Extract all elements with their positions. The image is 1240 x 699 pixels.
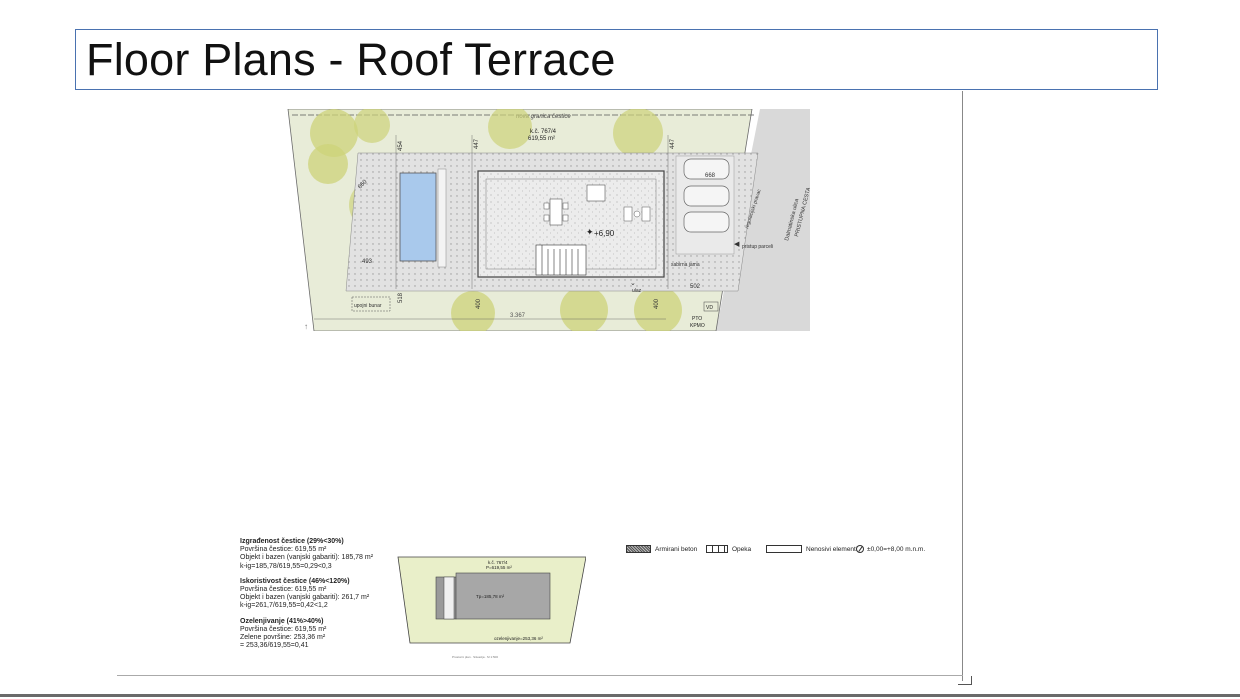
dim-502: 502 — [690, 284, 701, 290]
coverage-line: Površina čestice: 619,55 m² — [240, 546, 327, 554]
legend-item-nenosivi: Nenosivi elementi — [766, 545, 857, 553]
dim-3367: 3.367 — [510, 313, 526, 319]
mini-deck — [443, 576, 455, 620]
greenery-heading: Ozelenjivanje (41%>40%) — [240, 617, 324, 625]
pool-deck — [437, 168, 447, 268]
dim-447: 447 — [474, 138, 480, 149]
pto-label: PTO — [692, 316, 702, 322]
legend-label: Armirani beton — [655, 545, 698, 553]
building-statistics: Izgrađenost čestice (29%<30%) Površina č… — [240, 538, 390, 657]
page-bottom-bar — [0, 694, 1240, 697]
north-arrow-icon: ↑ — [304, 322, 308, 331]
access-label: pristup parceli — [742, 244, 773, 250]
dim-447: 447 — [670, 138, 676, 149]
sheet-bottom-edge — [117, 675, 963, 676]
staircase — [535, 244, 587, 276]
coverage-heading: Izgrađenost čestice (29%<30%) — [240, 538, 344, 545]
level-marker: ✦ — [586, 227, 594, 237]
car — [683, 158, 730, 233]
dim-454: 454 — [398, 140, 404, 151]
tree — [613, 108, 663, 158]
utilization-line: k-ig=261,7/619,55=0,42<1,2 — [240, 602, 328, 610]
slide-title: Floor Plans - Roof Terrace — [86, 34, 616, 85]
utilization-block: Iskoristivost čestice (46%<120%) Površin… — [240, 578, 390, 611]
utilization-line: Objekt i bazen (vanjski gabariti): 261,7… — [240, 594, 370, 602]
mini-parcel-area: P=619,55 m² — [486, 565, 512, 570]
roof-table — [549, 198, 563, 226]
greenery-line: = 253,36/619,55=0,41 — [240, 642, 309, 650]
dim-400: 400 — [654, 298, 660, 309]
entrance-arrow-icon: ⌄ — [630, 280, 636, 287]
utilization-line: Površina čestice: 619,55 m² — [240, 586, 327, 594]
level-label: +6,90 — [594, 229, 615, 238]
tree — [308, 144, 348, 184]
sheet-right-edge — [962, 91, 963, 681]
title-box: Floor Plans - Roof Terrace — [75, 29, 1158, 90]
legend-label: Opeka — [732, 545, 752, 553]
greenery-block: Ozelenjivanje (41%>40%) Površina čestice… — [240, 618, 390, 651]
legend-item-opeka: Opeka — [706, 545, 751, 553]
roof-skylight — [586, 184, 606, 202]
coverage-diagram: k.č. 767/4 P=619,55 m² Tp=185,78 m² ozel… — [396, 555, 587, 645]
kpmo-label: KPMO — [690, 323, 705, 329]
dim-668: 668 — [705, 173, 716, 179]
coverage-line: Objekt i bazen (vanjski gabariti): 185,7… — [240, 554, 374, 562]
mini-note: Prostorni plan · Situacija · M 1:500 — [452, 655, 499, 659]
nonbearing-swatch-icon — [766, 545, 802, 553]
legend-label: Nenosivi elementi — [806, 545, 858, 553]
access-arrow-icon: ◀ — [734, 241, 740, 248]
concrete-swatch-icon — [626, 545, 651, 553]
legend-item-beton: Armirani beton — [626, 545, 697, 553]
mini-footprint: Tp=185,78 m² — [476, 594, 505, 599]
pool — [399, 172, 437, 262]
legend-item-level: ±0,00=+8,00 m.n.m. — [856, 545, 925, 553]
coverage-block: Izgrađenost čestice (29%<30%) Površina č… — [240, 538, 390, 571]
upojni-bunar-label: upojni bunar — [354, 303, 382, 309]
dim-518: 518 — [398, 292, 404, 303]
dim-493: 493 — [362, 259, 373, 265]
vd-label: VD — [706, 305, 713, 311]
brick-swatch-icon — [706, 545, 728, 553]
parcel-label: k.č. 767/4 — [530, 129, 557, 135]
level-reference-icon — [856, 545, 864, 553]
ulaz-label: ulaz — [632, 288, 642, 294]
utilization-heading: Iskoristivost čestice (46%<120%) — [240, 577, 350, 585]
parcel-area: 619,55 m² — [528, 136, 555, 142]
roof-terrace-plan: nova granica čestice 668 ✦ +6,90 454 447… — [286, 105, 812, 335]
greenery-line: Zelene površine: 253,36 m² — [240, 634, 326, 642]
mini-green: ozelenjivanje=253,36 m² — [494, 636, 543, 641]
crop-mark — [971, 676, 972, 685]
coverage-line: k-ig=185,78/619,55=0,29<0,3 — [240, 562, 332, 570]
sabirna-jama-label: sabirna jama — [671, 262, 700, 268]
crop-mark — [958, 684, 972, 685]
legend-label: ±0,00=+8,00 m.n.m. — [867, 545, 926, 553]
plan-drawing: nova granica čestice 668 ✦ +6,90 454 447… — [287, 105, 812, 335]
dim-400: 400 — [476, 298, 482, 309]
greenery-line: Površina čestice: 619,55 m² — [240, 625, 327, 633]
